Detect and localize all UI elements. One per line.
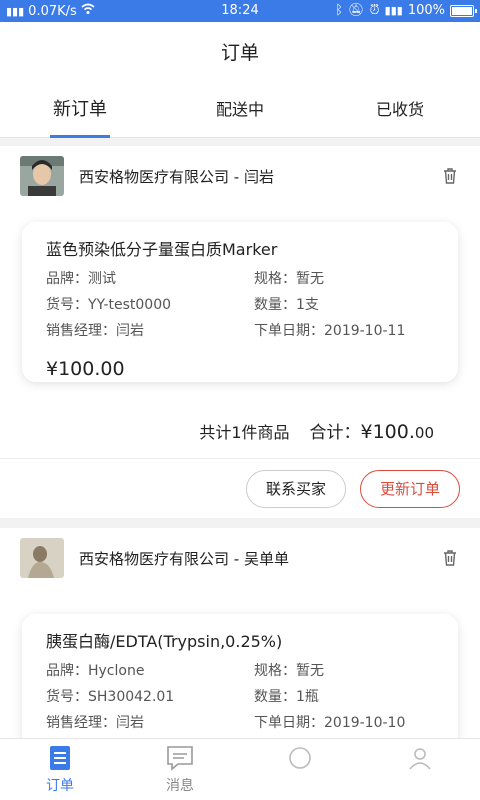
bluetooth-icon: ᛒ bbox=[335, 3, 343, 18]
item-count: 共计1件商品 bbox=[199, 423, 290, 442]
spec-text: 规格：暂无 bbox=[254, 271, 324, 287]
order-item: 西安格物医疗有限公司 - 吴单单 胰蛋白酶/EDTA(Trypsin,0.25%… bbox=[0, 528, 480, 738]
trash-icon[interactable] bbox=[440, 548, 460, 568]
battery-icon bbox=[450, 4, 477, 17]
tabbar-messages-label: 消息 bbox=[166, 778, 194, 794]
avatar bbox=[20, 538, 64, 578]
order-tabs: 新订单 配送中 已收货 bbox=[0, 84, 480, 138]
tabbar-item-4[interactable] bbox=[360, 739, 480, 800]
tab-icon bbox=[289, 747, 311, 769]
tabbar-messages[interactable]: 消息 bbox=[120, 739, 240, 800]
tab-new-orders[interactable]: 新订单 bbox=[0, 84, 160, 138]
sales-manager-text: 销售经理：闫岩 bbox=[46, 323, 144, 339]
avatar bbox=[20, 156, 64, 196]
order-date-text: 下单日期：2019-10-10 bbox=[254, 715, 406, 731]
update-order-button[interactable]: 更新订单 bbox=[360, 470, 460, 508]
quantity-text: 数量：1支 bbox=[254, 297, 319, 313]
shop-row: 西安格物医疗有限公司 - 闫岩 bbox=[20, 156, 460, 196]
mute-icon: 🔕︎ bbox=[348, 3, 365, 18]
bottom-tab-bar: 订单 消息 bbox=[0, 738, 480, 800]
divider bbox=[0, 458, 480, 459]
brand-text: 品牌：Hyclone bbox=[46, 663, 145, 679]
alarm-icon: ⏰︎ bbox=[369, 3, 380, 18]
brand-text: 品牌：测试 bbox=[46, 271, 116, 287]
status-bar: ▮▮▮ 0.07K/s 18:24 ᛒ 🔕︎ ⏰︎ ▮▮▮ 100% bbox=[0, 0, 480, 22]
tab-icon bbox=[409, 748, 431, 770]
item-number-text: 货号：SH30042.01 bbox=[46, 689, 175, 705]
total-main: ¥100. bbox=[360, 421, 415, 443]
tab-delivering[interactable]: 配送中 bbox=[160, 84, 320, 137]
order-doc-icon bbox=[50, 746, 70, 770]
order-date-text: 下单日期：2019-10-11 bbox=[254, 323, 406, 339]
message-icon bbox=[167, 746, 193, 771]
total-amount: 合计：¥100.00 bbox=[310, 418, 435, 443]
contact-buyer-button[interactable]: 联系买家 bbox=[246, 470, 346, 508]
product-card[interactable]: 胰蛋白酶/EDTA(Trypsin,0.25%) 品牌：Hyclone 规格：暂… bbox=[22, 614, 458, 738]
product-price: ¥100.00 bbox=[46, 358, 125, 380]
product-title: 胰蛋白酶/EDTA(Trypsin,0.25%) bbox=[46, 632, 283, 651]
tabbar-orders[interactable]: 订单 bbox=[0, 739, 120, 800]
tabbar-orders-label: 订单 bbox=[46, 778, 74, 794]
total-label: 合计： bbox=[309, 423, 361, 443]
order-item: 西安格物医疗有限公司 - 闫岩 蓝色预染低分子量蛋白质Marker 品牌：测试 … bbox=[0, 146, 480, 518]
product-title: 蓝色预染低分子量蛋白质Marker bbox=[46, 240, 278, 259]
battery-level: 100% bbox=[407, 3, 445, 18]
shop-name: 西安格物医疗有限公司 - 吴单单 bbox=[79, 549, 289, 568]
quantity-text: 数量：1瓶 bbox=[254, 689, 319, 705]
trash-icon[interactable] bbox=[440, 166, 460, 186]
signal-bars-icon: ▮▮▮ bbox=[384, 4, 403, 17]
item-number-text: 货号：YY-test0000 bbox=[46, 297, 172, 313]
product-card[interactable]: 蓝色预染低分子量蛋白质Marker 品牌：测试 规格：暂无 货号：YY-test… bbox=[22, 222, 458, 382]
shop-name: 西安格物医疗有限公司 - 闫岩 bbox=[79, 167, 274, 186]
spec-text: 规格：暂无 bbox=[254, 663, 324, 679]
tab-received[interactable]: 已收货 bbox=[320, 84, 480, 137]
shop-row: 西安格物医疗有限公司 - 吴单单 bbox=[20, 538, 460, 578]
page-title: 订单 bbox=[0, 22, 480, 84]
total-cents: 00 bbox=[414, 424, 434, 442]
tabbar-item-3[interactable] bbox=[240, 739, 360, 800]
total-row: 共计1件商品 合计：¥100.00 bbox=[199, 418, 434, 443]
sales-manager-text: 销售经理：闫岩 bbox=[46, 715, 144, 731]
